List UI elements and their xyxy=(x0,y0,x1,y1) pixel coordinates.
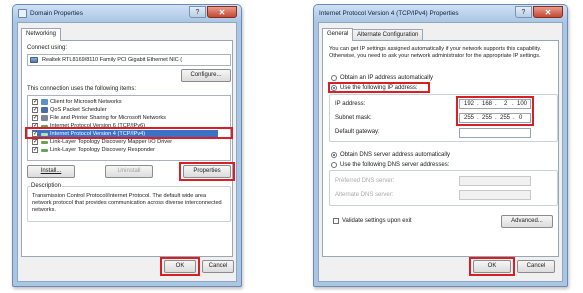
default-gateway-input[interactable] xyxy=(459,128,531,138)
adapter-field: Realtek RTL8169/8110 Family PCI Gigabit … xyxy=(27,54,231,66)
validate-label: Validate settings upon exit xyxy=(342,218,412,224)
description-title: Description xyxy=(30,183,63,189)
general-panel: You can get IP settings assigned automat… xyxy=(322,40,559,257)
connect-using-label: Connect using: xyxy=(27,45,68,51)
item-label: Link-Layer Topology Discovery Mapper I/O… xyxy=(50,139,173,145)
obtain-dns-label: Obtain DNS server address automatically xyxy=(340,152,451,158)
dialog-body: Networking Connect using: Realtek RTL816… xyxy=(17,22,237,282)
network-client-icon xyxy=(41,99,48,105)
description-text: Transmission Control Protocol/Internet P… xyxy=(32,193,222,213)
list-item[interactable]: ✓ Link-Layer Topology Discovery Responde… xyxy=(32,146,218,154)
highlight-ipv4-item xyxy=(25,127,233,139)
use-dns-label: Use the following DNS server addresses: xyxy=(340,162,450,168)
alternate-dns-label: Alternate DNS server: xyxy=(335,192,394,198)
networking-panel: Connect using: Realtek RTL8169/8110 Fami… xyxy=(21,40,235,257)
validate-checkbox[interactable] xyxy=(333,218,339,224)
item-label: Link-Layer Topology Discovery Responder xyxy=(50,147,155,153)
printer-sharing-icon xyxy=(41,115,48,121)
item-checkbox[interactable]: ✓ xyxy=(32,139,38,145)
obtain-dns-radio[interactable] xyxy=(331,152,337,158)
title-bar[interactable]: Domain Properties ? ✕ xyxy=(13,5,241,22)
install-button[interactable]: Install... xyxy=(27,165,75,178)
list-item[interactable]: ✓ File and Printer Sharing for Microsoft… xyxy=(32,114,218,122)
qos-icon xyxy=(41,107,48,113)
help-button[interactable]: ? xyxy=(515,6,532,18)
highlight-ok-button xyxy=(160,257,200,276)
item-checkbox[interactable]: ✓ xyxy=(32,99,38,105)
item-label: QoS Packet Scheduler xyxy=(50,107,107,113)
help-button[interactable]: ? xyxy=(189,6,206,18)
item-checkbox[interactable]: ✓ xyxy=(32,147,38,153)
subnet-mask-label: Subnet mask: xyxy=(335,115,372,121)
close-button[interactable]: ✕ xyxy=(207,6,237,18)
window-title: Domain Properties xyxy=(30,10,83,17)
highlight-use-ip xyxy=(328,82,430,93)
highlight-properties-button xyxy=(179,162,235,181)
close-button[interactable]: ✕ xyxy=(533,6,563,18)
window-title: Internet Protocol Version 4 (TCP/IPv4) P… xyxy=(319,10,459,17)
item-label: File and Printer Sharing for Microsoft N… xyxy=(50,115,166,121)
cancel-button[interactable]: Cancel xyxy=(202,260,234,273)
protocol-icon xyxy=(41,141,48,144)
tab-general[interactable]: General xyxy=(322,28,354,41)
list-item[interactable]: ✓ Client for Microsoft Networks xyxy=(32,98,218,106)
highlight-ok-button xyxy=(469,257,515,276)
description-group: Description Transmission Control Protoco… xyxy=(27,183,231,222)
item-label: Client for Microsoft Networks xyxy=(50,99,122,105)
title-bar[interactable]: Internet Protocol Version 4 (TCP/IPv4) P… xyxy=(314,5,567,22)
ipv4-properties-window: Internet Protocol Version 4 (TCP/IPv4) P… xyxy=(313,4,568,287)
adapter-name: Realtek RTL8169/8110 Family PCI Gigabit … xyxy=(42,57,183,63)
obtain-ip-radio[interactable] xyxy=(331,75,337,81)
item-checkbox[interactable]: ✓ xyxy=(32,115,38,121)
network-icon xyxy=(18,9,27,18)
list-item[interactable]: ✓ QoS Packet Scheduler xyxy=(32,106,218,114)
alternate-dns-input xyxy=(459,190,531,200)
cancel-button[interactable]: Cancel xyxy=(517,260,555,273)
tab-networking[interactable]: Networking xyxy=(21,28,62,41)
list-item[interactable]: ✓ Link-Layer Topology Discovery Mapper I… xyxy=(32,138,218,146)
adapter-icon xyxy=(30,57,38,63)
highlight-ip-fields xyxy=(456,96,534,126)
use-dns-radio[interactable] xyxy=(331,162,337,168)
uninstall-button: Uninstall xyxy=(105,165,153,178)
item-checkbox[interactable]: ✓ xyxy=(32,107,38,113)
install-label: Install... xyxy=(40,168,62,174)
dialog-body: General Alternate Configuration You can … xyxy=(318,22,563,282)
intro-text: You can get IP settings assigned automat… xyxy=(329,46,542,59)
ip-address-label: IP address: xyxy=(335,101,366,107)
protocol-icon xyxy=(41,149,48,152)
advanced-button[interactable]: Advanced... xyxy=(501,215,553,228)
preferred-dns-label: Preferred DNS server: xyxy=(335,178,395,184)
configure-button[interactable]: Configure... xyxy=(181,69,231,82)
domain-properties-window: Domain Properties ? ✕ Networking Connect… xyxy=(12,4,242,287)
items-label: This connection uses the following items… xyxy=(27,86,137,92)
obtain-ip-label: Obtain an IP address automatically xyxy=(340,75,433,81)
default-gateway-label: Default gateway: xyxy=(335,129,380,135)
preferred-dns-input xyxy=(459,176,531,186)
